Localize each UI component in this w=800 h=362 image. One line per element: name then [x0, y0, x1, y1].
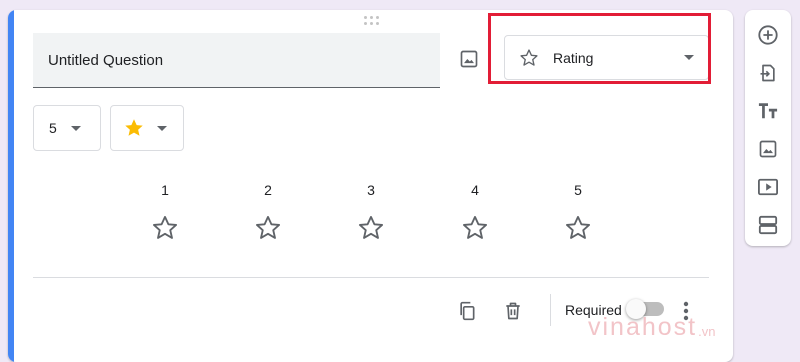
question-title-field[interactable] [33, 33, 440, 88]
import-questions-button[interactable] [755, 60, 781, 86]
active-card-accent [8, 10, 14, 362]
add-video-button[interactable] [755, 174, 781, 200]
floating-toolbar [745, 10, 791, 246]
question-title-input[interactable] [48, 51, 440, 69]
star-outline-icon [152, 215, 178, 239]
drag-handle-icon[interactable] [364, 16, 379, 26]
add-section-button[interactable] [755, 212, 781, 238]
watermark-logo: vinahost .vn [588, 310, 715, 340]
rating-icon-dropdown[interactable] [110, 105, 184, 151]
question-type-dropdown[interactable]: Rating [504, 35, 709, 80]
scale-count-dropdown[interactable]: 5 [33, 105, 101, 151]
rating-number: 5 [574, 182, 582, 198]
rating-option[interactable]: 4 [455, 182, 495, 242]
footer-divider [33, 277, 709, 278]
section-icon [758, 215, 778, 235]
video-icon [758, 178, 778, 196]
rating-option[interactable]: 5 [558, 182, 598, 242]
rating-number: 1 [161, 182, 169, 198]
star-outline-icon [462, 215, 488, 239]
add-title-button[interactable] [755, 98, 781, 124]
image-icon [460, 50, 478, 68]
add-image-sidebar-button[interactable] [755, 136, 781, 162]
add-question-button[interactable] [755, 22, 781, 48]
star-outline-icon [520, 48, 538, 66]
add-image-button[interactable] [454, 44, 484, 74]
trash-icon [506, 302, 520, 320]
import-icon [760, 64, 775, 82]
footer-separator [550, 294, 551, 326]
star-outline-icon [565, 215, 591, 239]
rating-option[interactable]: 1 [145, 182, 185, 242]
question-type-label: Rating [553, 49, 594, 66]
copy-icon [460, 301, 475, 321]
rating-number: 4 [471, 182, 479, 198]
rating-number: 3 [367, 182, 375, 198]
duplicate-button[interactable] [452, 296, 482, 326]
rating-number: 2 [264, 182, 272, 198]
text-title-icon [758, 103, 778, 119]
star-outline-icon [255, 215, 281, 239]
rating-option[interactable]: 2 [248, 182, 288, 242]
scale-count-value: 5 [49, 120, 57, 136]
rating-option[interactable]: 3 [351, 182, 391, 242]
star-filled-icon [125, 119, 143, 136]
watermark-text: vinahost [588, 313, 698, 341]
chevron-down-icon [157, 125, 167, 131]
chevron-down-icon [684, 55, 694, 60]
watermark-tld: .vn [698, 324, 716, 339]
add-circle-icon [758, 25, 778, 45]
chevron-down-icon [70, 125, 81, 131]
image-icon [759, 140, 777, 158]
delete-button[interactable] [498, 296, 528, 326]
star-outline-icon [358, 215, 384, 239]
